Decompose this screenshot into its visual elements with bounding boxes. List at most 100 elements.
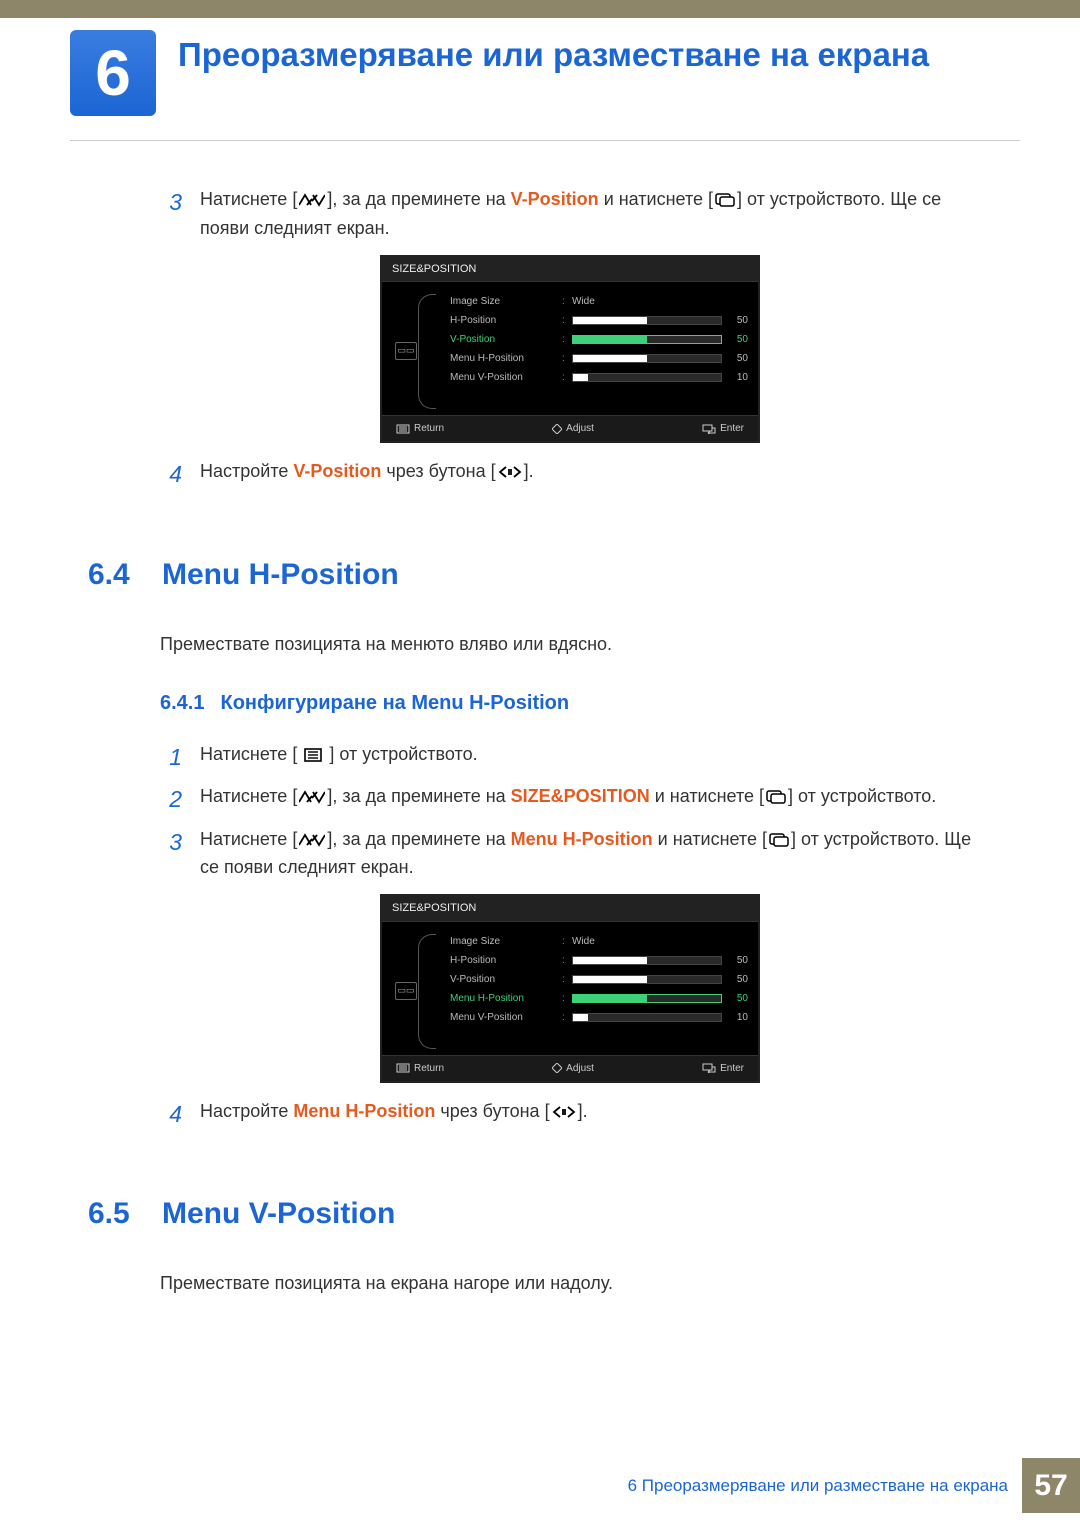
label: Return [414, 1061, 444, 1076]
osd-row-value: 50 [722, 332, 748, 347]
osd-rows: Image Size:WideH-Position:50V-Position:5… [428, 932, 748, 1027]
osd-slider [572, 373, 722, 382]
osd-slider [572, 316, 722, 325]
colon: : [562, 934, 572, 949]
text: и натиснете [ [650, 786, 764, 806]
colon: : [562, 1010, 572, 1025]
osd-slider-fill [573, 995, 647, 1002]
up-down-arrow-icon [299, 790, 325, 804]
step-text: Натиснете [ ], за да преминете на Menu H-… [200, 825, 980, 883]
osd-row-value: Wide [572, 934, 595, 949]
enter-icon [702, 1063, 716, 1073]
section-description: Премествате позицията на менюто вляво ил… [160, 631, 980, 658]
osd-slider-fill [573, 957, 647, 964]
step-number: 1 [160, 740, 182, 775]
label: Adjust [566, 421, 594, 436]
instruction-step: 3 Натиснете [], за да преминете на V-Pos… [160, 185, 980, 243]
osd-row: H-Position:50 [450, 951, 748, 970]
section-title: Menu V-Position [162, 1191, 395, 1236]
osd-body: ▭▭ Image Size:WideH-Position:50V-Positio… [382, 922, 758, 1055]
osd-row-value: 50 [722, 972, 748, 987]
text: и натиснете [ [653, 829, 767, 849]
instruction-step: 4 Настройте Menu H-Position чрез бутона … [160, 1097, 980, 1132]
text: Натиснете [ [200, 829, 297, 849]
osd-slider-fill [573, 374, 588, 381]
source-icon [715, 193, 735, 207]
step-number: 2 [160, 782, 182, 817]
osd-panel: SIZE&POSITION ▭▭ Image Size:WideH-Positi… [380, 894, 760, 1083]
text: и натиснете [ [599, 189, 713, 209]
osd-slider-fill [573, 1014, 588, 1021]
chapter-title: Преоразмеряване или разместване на екран… [178, 30, 929, 75]
footer-chapter-label: 6 Преоразмеряване или разместване на екр… [614, 1458, 1022, 1514]
section-heading: 6.4 Menu H-Position [88, 552, 980, 597]
section-number: 6.4 [88, 552, 138, 597]
osd-row: V-Position:50 [450, 330, 748, 349]
osd-slider [572, 994, 722, 1003]
colon: : [562, 351, 572, 366]
step-text: Настройте V-Position чрез бутона []. [200, 457, 980, 492]
instruction-step: 1 Натиснете [ ] от устройството. [160, 740, 980, 775]
osd-row: V-Position: 50 [450, 970, 748, 989]
osd-screenshot-wrapper: SIZE&POSITION ▭▭ Image Size:WideH-Positi… [160, 255, 980, 444]
osd-row-label: Menu H-Position [450, 351, 562, 366]
osd-row: Image Size:Wide [450, 932, 748, 951]
osd-body: ▭▭ Image Size:WideH-Position:50V-Positio… [382, 282, 758, 415]
osd-row-label: V-Position [450, 332, 562, 347]
colon: : [562, 370, 572, 385]
left-right-arrow-icon [498, 465, 522, 479]
osd-footer-return: Return [396, 421, 444, 436]
step-text: Натиснете [], за да преминете на V-Posit… [200, 185, 980, 243]
instruction-step: 3 Натиснете [ ], за да преминете на Menu … [160, 825, 980, 883]
osd-row-value: Wide [572, 294, 595, 309]
text: Натиснете [ [200, 786, 297, 806]
colon: : [562, 294, 572, 309]
osd-slider-fill [573, 976, 647, 983]
up-down-arrow-icon [299, 193, 325, 207]
colon: : [562, 313, 572, 328]
highlight-term: SIZE&POSITION [511, 786, 650, 806]
text: Настройте [200, 461, 293, 481]
text: Натиснете [ [200, 744, 302, 764]
osd-row-label: Image Size [450, 934, 562, 949]
page-footer: 6 Преоразмеряване или разместване на екр… [614, 1458, 1080, 1514]
osd-title: SIZE&POSITION [382, 257, 758, 283]
osd-bracket-decoration [418, 934, 436, 1049]
osd-row-value: 10 [722, 370, 748, 385]
label: Enter [720, 1061, 744, 1076]
up-down-arrow-icon [299, 833, 325, 847]
menu-button-icon [396, 424, 410, 434]
colon: : [562, 953, 572, 968]
source-icon [769, 833, 789, 847]
osd-row-value: 50 [722, 351, 748, 366]
step-text: Натиснете [], за да преминете на SIZE&PO… [200, 782, 980, 817]
colon: : [562, 991, 572, 1006]
instruction-step: 2 Натиснете [], за да преминете на SIZE&… [160, 782, 980, 817]
osd-slider-fill [573, 355, 647, 362]
osd-category-icon: ▭▭ [395, 982, 417, 1000]
page-content: 3 Натиснете [], за да преминете на V-Pos… [160, 185, 980, 1327]
step-number: 4 [160, 1097, 182, 1132]
osd-row-value: 50 [722, 953, 748, 968]
osd-row-label: V-Position [450, 972, 562, 987]
osd-icon-column: ▭▭ [392, 292, 420, 387]
section-heading: 6.5 Menu V-Position [88, 1191, 980, 1236]
diamond-icon [552, 1063, 562, 1073]
osd-row-label: Menu V-Position [450, 1010, 562, 1025]
chapter-number-badge: 6 [70, 30, 156, 116]
text: чрез бутона [ [435, 1101, 549, 1121]
step-number: 3 [160, 825, 182, 883]
colon: : [562, 972, 572, 987]
osd-row-value: 50 [722, 991, 748, 1006]
osd-bracket-decoration [418, 294, 436, 409]
subsection-title: Конфигуриране на Menu H-Position [220, 688, 569, 718]
text: ], за да преминете на [327, 829, 510, 849]
osd-row-value: 10 [722, 1010, 748, 1025]
label: Return [414, 421, 444, 436]
highlight-term: Menu H-Position [511, 829, 653, 849]
osd-slider-fill [573, 336, 647, 343]
osd-title: SIZE&POSITION [382, 896, 758, 922]
osd-slider [572, 956, 722, 965]
text: ] от устройството. [324, 744, 477, 764]
osd-row-label: Image Size [450, 294, 562, 309]
